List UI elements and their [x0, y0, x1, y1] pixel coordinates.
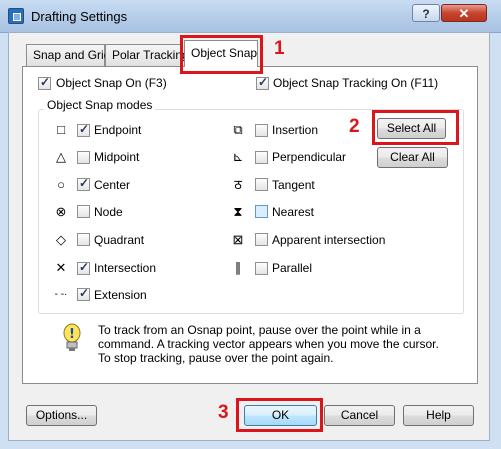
- tab-snap-and-grid[interactable]: Snap and Grid: [26, 44, 110, 66]
- parallel-marker-icon: ∥: [234, 260, 242, 275]
- osnap-tracking-checkbox[interactable]: [256, 75, 269, 90]
- svg-text:!: !: [69, 327, 75, 342]
- extension-checkbox[interactable]: [77, 286, 90, 301]
- perpendicular-checkbox[interactable]: [255, 151, 268, 164]
- nearest-marker-icon: ⧗: [233, 204, 243, 219]
- annotation-number-1: 1: [274, 38, 285, 59]
- osnap-on-checkbox[interactable]: [38, 75, 51, 90]
- apparent-intersection-label: Apparent intersection: [272, 233, 386, 247]
- perpendicular-label: Perpendicular: [272, 150, 347, 164]
- x-marker-icon: ✕: [55, 260, 67, 275]
- midpoint-checkbox[interactable]: [77, 151, 90, 164]
- node-marker-icon: ⊗: [55, 204, 67, 219]
- help-button[interactable]: Help: [403, 405, 474, 426]
- parallel-label: Parallel: [272, 261, 313, 275]
- annotation-highlight-select-all: [372, 110, 459, 145]
- tangent-checkbox[interactable]: [255, 178, 268, 191]
- center-checkbox[interactable]: [77, 176, 90, 191]
- diamond-marker-icon: ◇: [56, 232, 66, 247]
- midpoint-label: Midpoint: [94, 150, 140, 164]
- square-marker-icon: □: [57, 122, 65, 137]
- tab-object-snap[interactable]: Object Snap: [184, 40, 258, 67]
- apparent-intersection-marker-icon: ⊠: [232, 232, 244, 247]
- lightbulb-icon: !: [63, 323, 81, 351]
- info-line: To stop tracking, pause over the point a…: [98, 351, 334, 365]
- app-icon: [8, 8, 24, 24]
- intersection-checkbox[interactable]: [77, 260, 90, 275]
- title-bar: Drafting Settings ? ✕: [0, 0, 501, 33]
- tangent-label: Tangent: [272, 178, 315, 192]
- info-line: To track from an Osnap point, pause over…: [98, 323, 421, 337]
- circle-marker-icon: ○: [57, 177, 65, 192]
- osnap-tracking-label: Object Snap Tracking On (F11): [273, 76, 439, 90]
- endpoint-checkbox[interactable]: [77, 122, 90, 137]
- tab-polar-tracking[interactable]: Polar Tracking: [105, 44, 189, 66]
- close-button[interactable]: ✕: [441, 4, 487, 22]
- parallel-checkbox[interactable]: [255, 262, 268, 275]
- nearest-label: Nearest: [272, 205, 315, 219]
- help-title-button[interactable]: ?: [412, 4, 440, 22]
- apparent-intersection-checkbox[interactable]: [255, 233, 268, 246]
- info-line: command. A tracking vector appears when …: [98, 337, 439, 351]
- extension-label: Extension: [94, 288, 147, 302]
- insertion-label: Insertion: [272, 123, 319, 137]
- endpoint-label: Endpoint: [94, 123, 142, 137]
- annotation-highlight-ok: [236, 398, 323, 432]
- annotation-number-3: 3: [218, 402, 229, 423]
- center-label: Center: [94, 178, 131, 192]
- insertion-marker-icon: ⧉: [233, 122, 243, 137]
- node-label: Node: [94, 205, 123, 219]
- quadrant-checkbox[interactable]: [77, 233, 90, 246]
- annotation-number-2: 2: [349, 116, 360, 137]
- clear-all-button[interactable]: Clear All: [377, 147, 448, 168]
- node-checkbox[interactable]: [77, 205, 90, 218]
- quadrant-label: Quadrant: [94, 233, 145, 247]
- tracking-info-text: To track from an Osnap point, pause over…: [98, 323, 443, 365]
- nearest-checkbox[interactable]: [255, 205, 268, 218]
- intersection-label: Intersection: [94, 261, 157, 275]
- triangle-marker-icon: △: [56, 149, 66, 164]
- cancel-button[interactable]: Cancel: [324, 405, 395, 426]
- window-title: Drafting Settings: [31, 9, 128, 24]
- group-title: Object Snap modes: [44, 98, 156, 112]
- extension-marker-icon: - -·: [54, 289, 68, 300]
- perpendicular-marker-icon: ⊾: [232, 149, 244, 164]
- insertion-checkbox[interactable]: [255, 124, 268, 137]
- options-button[interactable]: Options...: [26, 405, 97, 426]
- osnap-on-label: Object Snap On (F3): [56, 76, 167, 90]
- tangent-marker-icon: ठ: [234, 177, 242, 192]
